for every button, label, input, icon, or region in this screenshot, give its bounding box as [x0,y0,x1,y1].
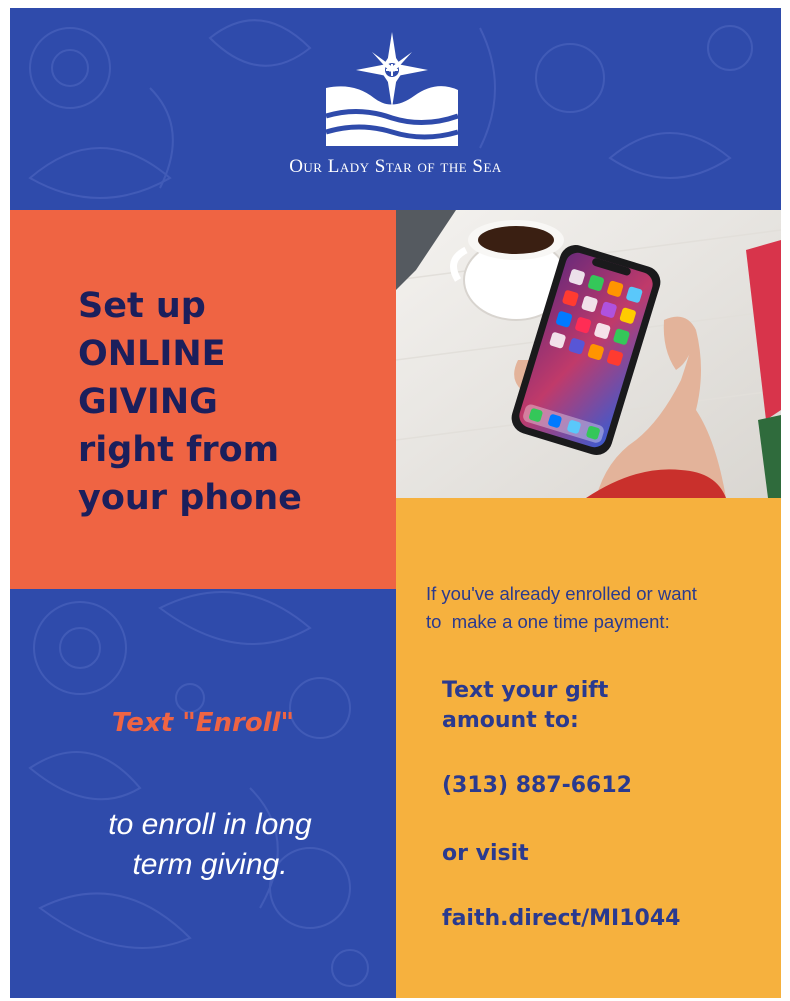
phone-number: (313) 887-6612 [442,773,632,798]
text-enroll-instruction: Text "Enroll" [111,708,295,738]
headline-line: your phone [78,478,302,518]
star-over-waves-icon [325,32,459,146]
text-gift-heading: Text your gift amount to: [442,676,608,736]
headline-line: ONLINE [78,334,226,374]
enroll-subtitle-line: to enroll in long [108,808,312,841]
headline-line: GIVING [78,382,218,422]
headline-line: Set up [78,286,206,326]
text-gift-line: amount to: [442,708,579,733]
headline-panel: Set up ONLINE GIVING right from your pho… [10,210,396,589]
or-visit-label: or visit [442,841,529,866]
payment-intro-line: to make a one time payment: [426,611,670,632]
enroll-subtitle: to enroll in long term giving. [50,805,370,885]
enroll-subtitle-line: term giving. [132,848,288,881]
headline: Set up ONLINE GIVING right from your pho… [78,282,378,522]
payment-intro: If you've already enrolled or want to ma… [426,580,771,636]
headline-line: right from [78,430,280,470]
header: Our Lady Star of the Sea [10,8,781,210]
payment-intro-line: If you've already enrolled or want [426,583,697,604]
text-gift-line: Text your gift [442,678,609,703]
hand-holding-phone-photo [396,210,781,498]
payment-panel: If you've already enrolled or want to ma… [396,498,781,998]
parish-name: Our Lady Star of the Sea [289,156,502,177]
giving-poster: Our Lady Star of the Sea Set up ONLINE G… [10,8,781,998]
giving-url[interactable]: faith.direct/MI1044 [442,904,680,934]
